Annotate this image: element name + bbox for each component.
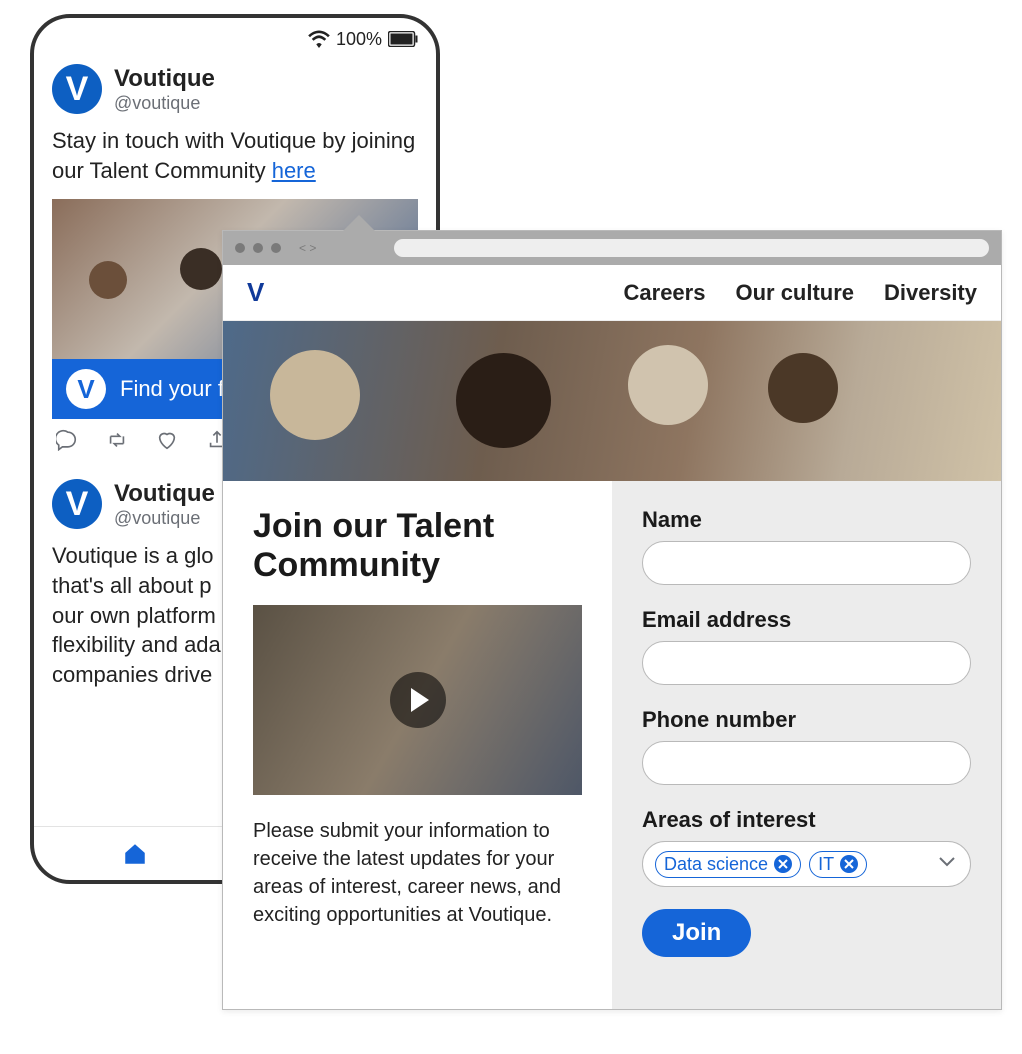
left-column: Join our Talent Community Please submit … [223,481,612,1009]
post-text: Stay in touch with Voutique by joining o… [52,126,418,185]
comment-icon[interactable] [56,429,78,451]
window-minimize-icon[interactable] [253,243,263,253]
author-name[interactable]: Voutique [114,65,215,93]
phone-input[interactable] [642,741,971,785]
retweet-icon[interactable] [106,429,128,451]
field-phone: Phone number [642,707,971,785]
author-avatar[interactable]: V [52,479,102,529]
address-bar[interactable] [394,239,989,257]
author-handle[interactable]: @voutique [114,508,215,529]
areas-label: Areas of interest [642,807,971,833]
chip-remove-icon[interactable] [774,855,792,873]
banner-text: Find your fi [120,376,229,402]
browser-chrome: < > [223,231,1001,265]
email-input[interactable] [642,641,971,685]
battery-icon [388,31,418,47]
chevron-down-icon[interactable] [938,855,956,873]
page-title: Join our Talent Community [253,507,582,585]
post-header: V Voutique @voutique [52,64,418,114]
tab-home[interactable] [34,841,235,867]
name-label: Name [642,507,971,533]
chip-data-science[interactable]: Data science [655,851,801,878]
window-zoom-icon[interactable] [271,243,281,253]
callout-arrow-icon [341,215,377,233]
nav-arrows-icon[interactable]: < > [299,241,316,255]
wifi-icon [308,30,330,48]
video-thumbnail[interactable] [253,605,582,795]
field-name: Name [642,507,971,585]
chip-remove-icon[interactable] [840,855,858,873]
voutique-logo-icon: V [66,369,106,409]
nav-our-culture[interactable]: Our culture [735,280,854,306]
form-column: Name Email address Phone number Areas of… [612,481,1001,1009]
join-button[interactable]: Join [642,909,751,957]
talent-community-link[interactable]: here [272,158,316,183]
browser-window: < > V Careers Our culture Diversity Join… [222,230,1002,1010]
site-header: V Careers Our culture Diversity [223,265,1001,321]
intro-paragraph: Please submit your information to receiv… [253,817,582,929]
email-label: Email address [642,607,971,633]
voutique-logo-icon[interactable]: V [247,277,264,308]
post-text-body: Stay in touch with Voutique by joining o… [52,128,415,183]
phone-label: Phone number [642,707,971,733]
chip-label: Data science [664,854,768,875]
play-icon[interactable] [390,672,446,728]
battery-percent: 100% [336,29,382,50]
chip-label: IT [818,854,834,875]
heart-icon[interactable] [156,429,178,451]
nav-diversity[interactable]: Diversity [884,280,977,306]
chip-it[interactable]: IT [809,851,867,878]
hero-image [223,321,1001,481]
name-input[interactable] [642,541,971,585]
author-handle[interactable]: @voutique [114,93,215,114]
nav-careers[interactable]: Careers [624,280,706,306]
areas-select[interactable]: Data science IT [642,841,971,887]
author-name[interactable]: Voutique [114,480,215,508]
phone-statusbar: 100% [34,18,436,54]
window-close-icon[interactable] [235,243,245,253]
field-areas: Areas of interest Data science IT [642,807,971,887]
field-email: Email address [642,607,971,685]
site-nav: Careers Our culture Diversity [624,280,977,306]
author-avatar[interactable]: V [52,64,102,114]
